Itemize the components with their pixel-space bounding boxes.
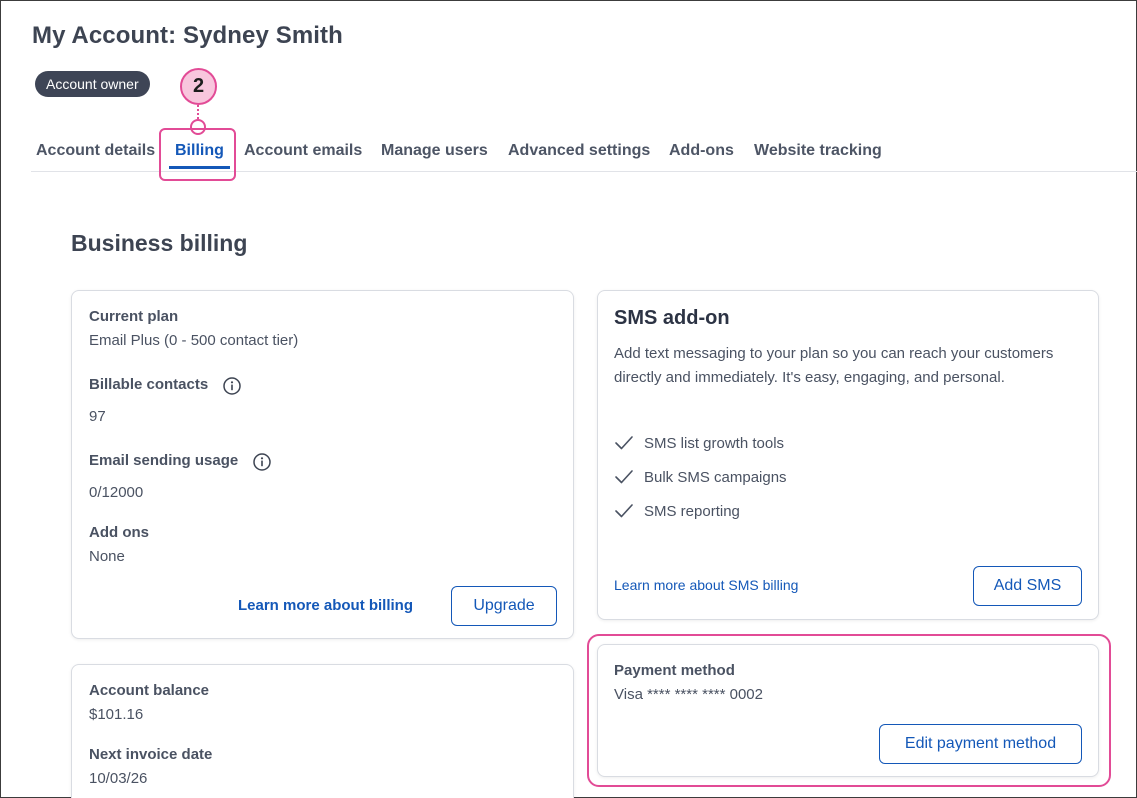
next-invoice-value: 10/03/26	[89, 770, 148, 787]
page-title: My Account: Sydney Smith	[32, 22, 343, 49]
sms-feature-label: SMS list growth tools	[644, 435, 785, 452]
sms-description: Add text messaging to your plan so you c…	[614, 345, 1054, 386]
addons-label: Add ons	[89, 524, 149, 541]
info-icon[interactable]	[223, 377, 241, 395]
tab-account-emails[interactable]: Account emails	[244, 142, 362, 172]
payment-method-highlight	[587, 634, 1111, 787]
tab-advanced-settings[interactable]: Advanced settings	[508, 142, 650, 172]
balance-label: Account balance	[89, 682, 210, 699]
billable-contacts-value: 97	[89, 408, 106, 425]
balance-value: $101.16	[89, 706, 144, 723]
billing-tab-highlight	[159, 128, 236, 181]
learn-more-billing-link[interactable]: Learn more about billing	[238, 597, 413, 614]
current-plan-value: Email Plus (0 - 500 contact tier)	[89, 332, 299, 349]
upgrade-button[interactable]: Upgrade	[451, 586, 557, 626]
tab-manage-users[interactable]: Manage users	[381, 142, 488, 172]
add-sms-button[interactable]: Add SMS	[973, 566, 1082, 606]
check-icon	[615, 470, 633, 484]
addons-value: None	[89, 548, 125, 565]
current-plan-label: Current plan	[89, 308, 179, 325]
tab-add-ons[interactable]: Add-ons	[669, 142, 734, 172]
sms-title: SMS add-on	[614, 307, 730, 329]
tab-account-details[interactable]: Account details	[36, 142, 155, 172]
check-icon	[615, 504, 633, 518]
info-icon[interactable]	[253, 453, 271, 471]
section-title: Business billing	[71, 230, 248, 256]
step-connector	[197, 105, 199, 119]
email-usage-label: Email sending usage	[89, 452, 239, 469]
step-number-marker: 2	[180, 68, 217, 105]
role-badge: Account owner	[35, 71, 150, 97]
balance-card: Account balance $101.16 Next invoice dat…	[71, 664, 574, 798]
email-usage-value: 0/12000	[89, 484, 144, 501]
next-invoice-label: Next invoice date	[89, 746, 213, 763]
plan-card: Current plan Email Plus (0 - 500 contact…	[71, 290, 574, 639]
sms-addon-card: SMS add-on Add text messaging to your pl…	[597, 290, 1099, 620]
tab-website-tracking[interactable]: Website tracking	[754, 142, 882, 172]
sms-feature-label: Bulk SMS campaigns	[644, 469, 787, 486]
billable-contacts-label: Billable contacts	[89, 376, 209, 393]
check-icon	[615, 436, 633, 450]
learn-more-sms-billing-link[interactable]: Learn more about SMS billing	[614, 577, 798, 593]
sms-feature-label: SMS reporting	[644, 503, 740, 520]
